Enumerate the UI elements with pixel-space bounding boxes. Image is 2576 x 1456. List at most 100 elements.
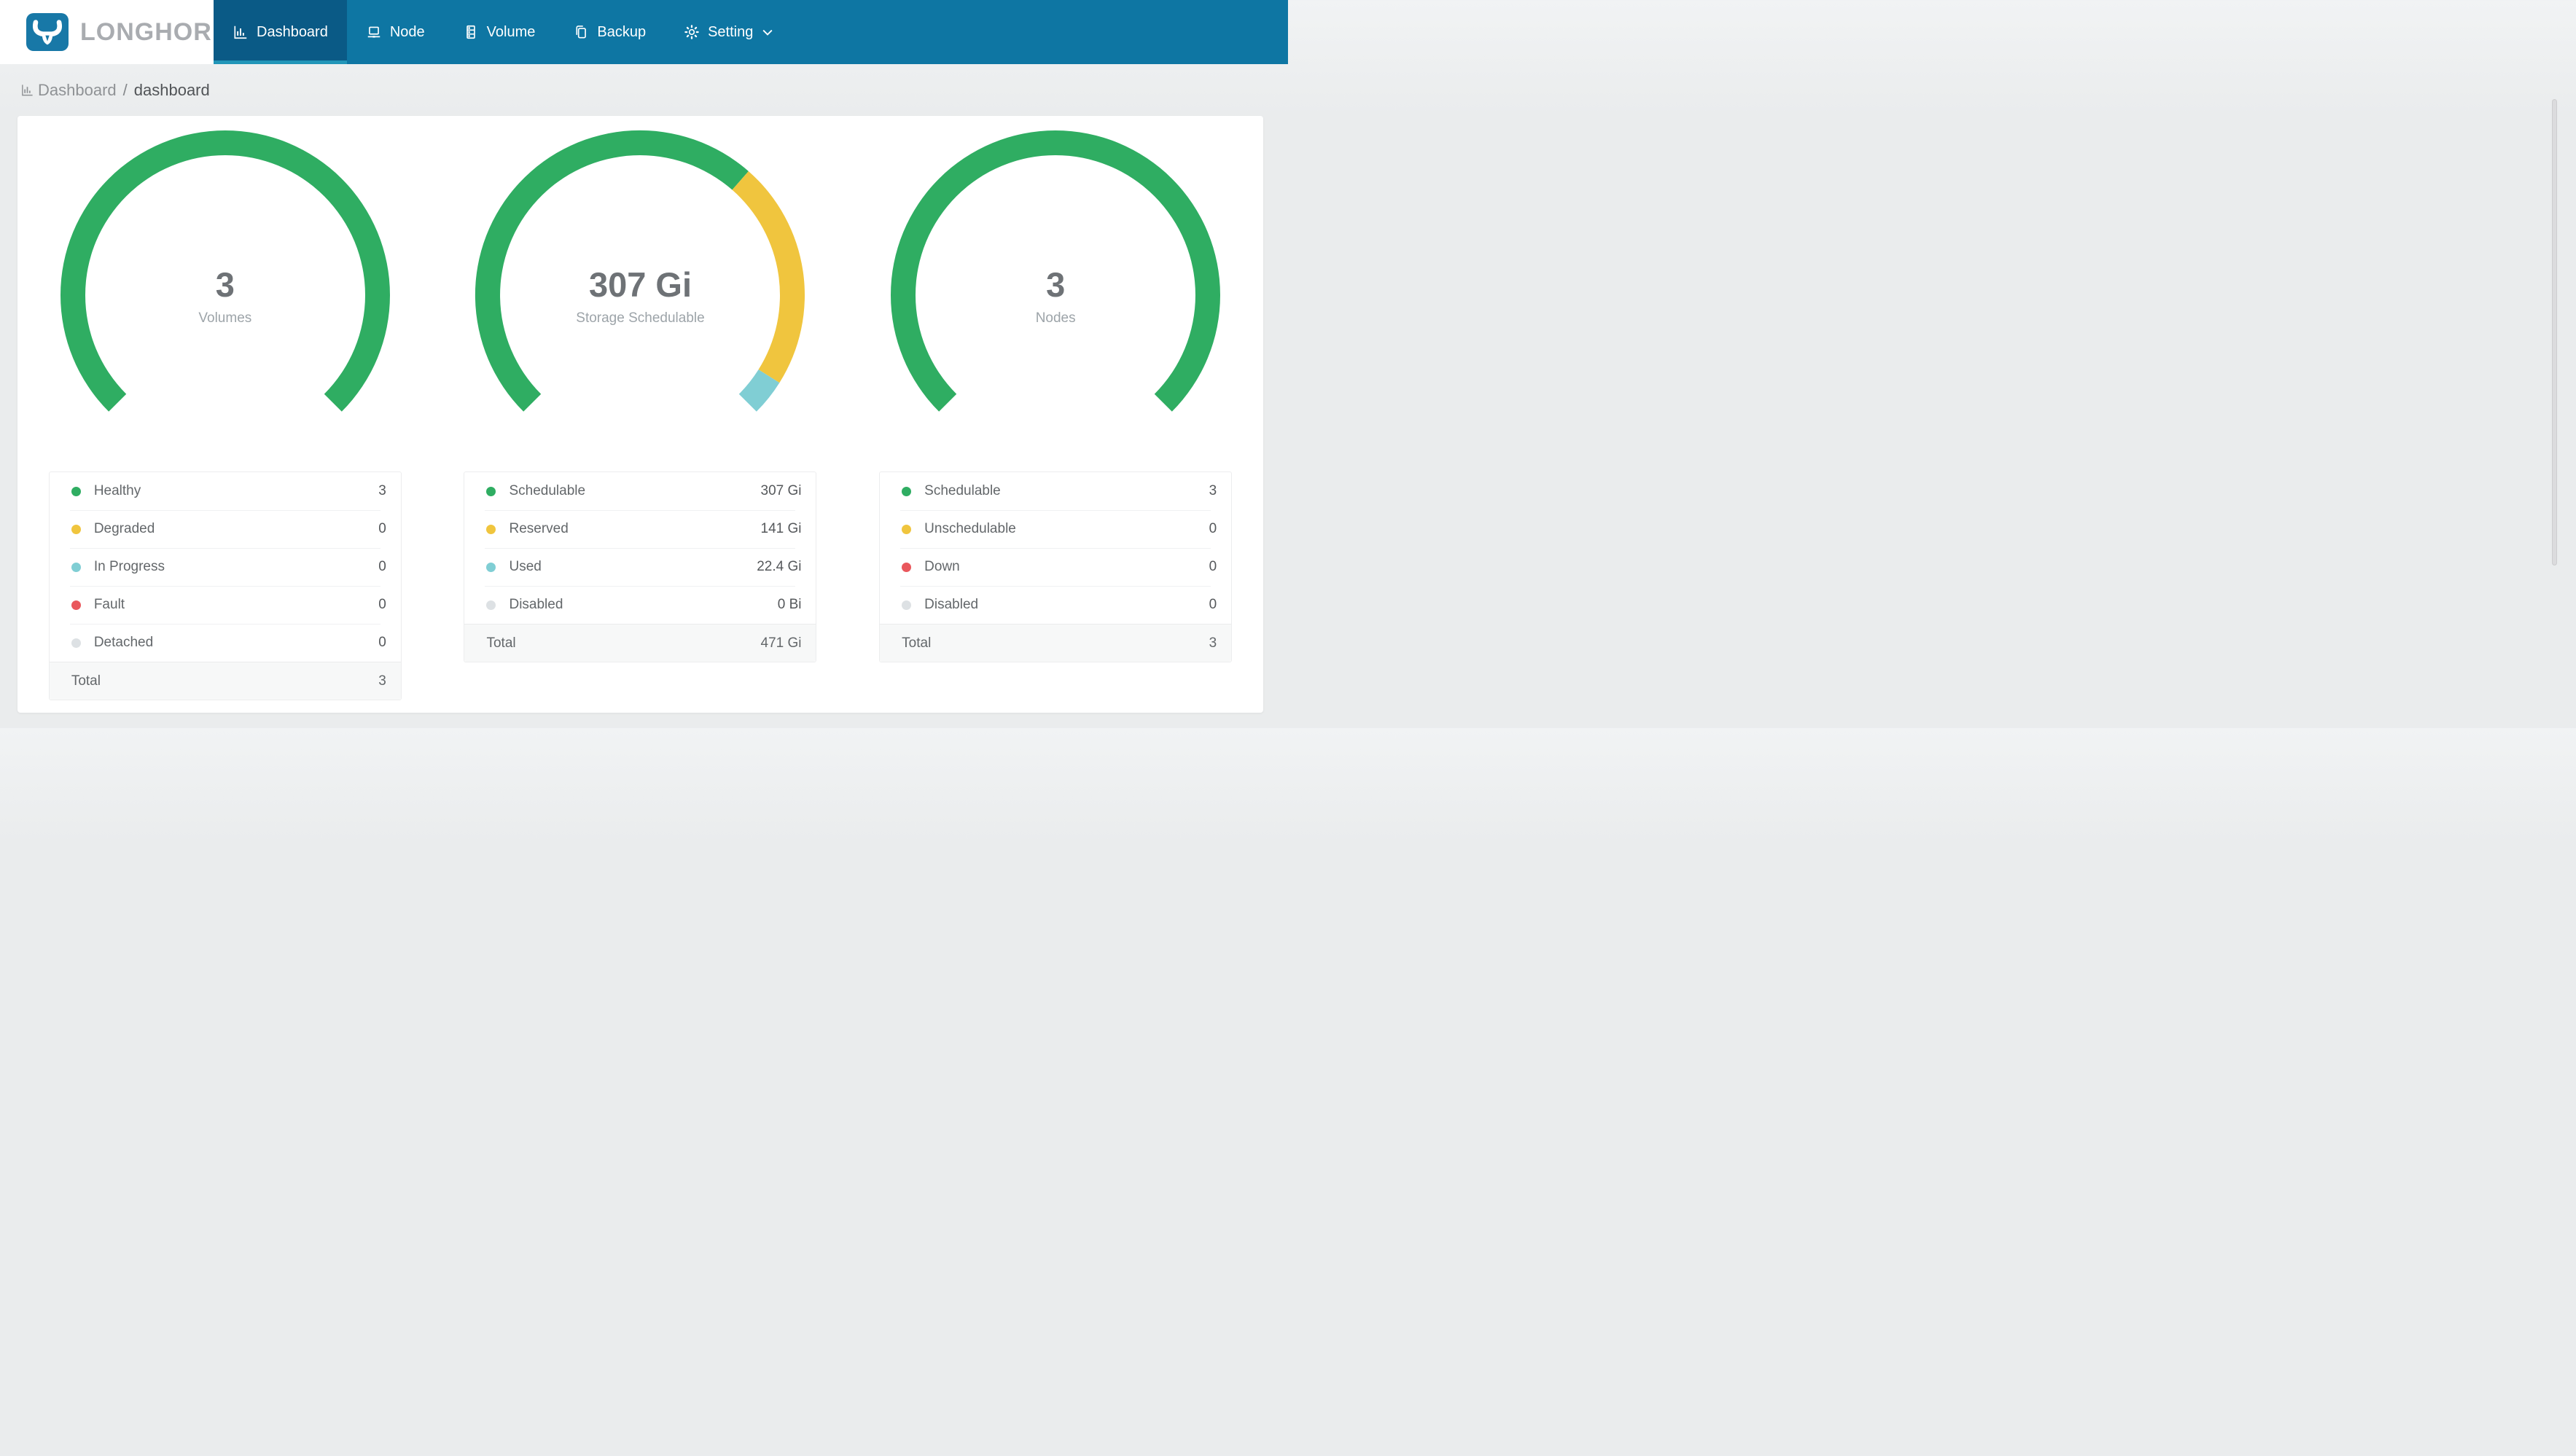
legend-label: Schedulable [509, 483, 586, 498]
legend-dot [902, 600, 912, 610]
total-label: Total [486, 635, 516, 651]
legend-row: Schedulable 3 [880, 472, 1231, 510]
legend-dot [902, 524, 912, 534]
breadcrumb-section: Dashboard [38, 80, 117, 99]
volume-icon [463, 24, 479, 40]
backup-icon [573, 24, 589, 40]
vertical-scrollbar-thumb[interactable] [2552, 99, 2557, 565]
legend-dot [486, 600, 496, 610]
legend-label: Degraded [93, 521, 155, 536]
nav-item-dashboard[interactable]: Dashboard [214, 0, 347, 64]
legend-dot [486, 562, 496, 572]
storage-legend-table: Schedulable 307 Gi Reserved 141 Gi Used 22.4 … [464, 471, 817, 662]
volumes-gauge-chart: 3 Volumes [58, 128, 393, 419]
legend-label: Fault [93, 597, 125, 612]
legend-label: Schedulable [924, 483, 1001, 498]
bar-chart-icon [233, 24, 249, 40]
legend-row: Down 0 [880, 548, 1231, 586]
legend-dot [902, 486, 912, 496]
legend-dot [902, 562, 912, 572]
node-icon [366, 24, 382, 40]
nav-label: Volume [486, 23, 536, 40]
legend-value: 0 [378, 635, 386, 650]
nodes-gauge-chart: 3 Nodes [888, 128, 1223, 419]
legend-label: Disabled [509, 597, 563, 612]
breadcrumb-current-page: dashboard [133, 80, 210, 99]
legend-label: Reserved [509, 521, 569, 536]
gauge-arc-reserved [732, 171, 805, 383]
nav-label: Node [389, 23, 425, 40]
legend-label: Unschedulable [924, 521, 1016, 536]
nav-item-volume[interactable]: Volume [444, 0, 555, 64]
legend-value: 22.4 Gi [757, 559, 802, 574]
legend-dot [486, 486, 496, 496]
gauge-arc-schedulable [475, 130, 749, 412]
legend-row: Used 22.4 Gi [464, 548, 816, 586]
breadcrumb-separator: / [122, 80, 128, 99]
total-value: 3 [1209, 635, 1217, 651]
legend-row: Healthy 3 [50, 472, 401, 510]
legend-label: Used [509, 559, 542, 574]
total-value: 3 [378, 673, 386, 689]
total-label: Total [902, 635, 932, 651]
storage-gauge-chart: 307 Gi Storage Schedulable [472, 128, 808, 419]
legend-dot [486, 524, 496, 534]
brand-logo-link[interactable]: LONGHORN [0, 0, 230, 64]
volumes-legend-table: Healthy 3 Degraded 0 In Progress 0 Fault 0 Detac… [48, 471, 402, 700]
gauge-arc-schedulable [891, 130, 1221, 412]
legend-dot [71, 486, 81, 496]
nav-label: Backup [597, 23, 647, 40]
nav-item-backup[interactable]: Backup [554, 0, 665, 64]
legend-label: Disabled [924, 597, 979, 612]
legend-value: 0 [1209, 597, 1217, 612]
storage-panel: 307 Gi Storage Schedulable Schedulable 30… [464, 128, 817, 713]
legend-dot [71, 638, 81, 648]
legend-value: 0 [1209, 559, 1217, 574]
longhorn-bull-icon [26, 13, 69, 51]
nav-label: Dashboard [257, 23, 328, 40]
gauge-arc-healthy [60, 130, 390, 412]
legend-row: Degraded 0 [50, 510, 401, 548]
total-value: 471 Gi [760, 635, 802, 651]
legend-row: In Progress 0 [50, 548, 401, 586]
chevron-down-icon [762, 29, 773, 36]
legend-value: 0 [378, 559, 386, 574]
legend-dot [71, 562, 81, 572]
legend-value: 0 [378, 521, 386, 536]
nav-label: Setting [708, 23, 754, 40]
legend-dot [71, 524, 81, 534]
volumes-panel: 3 Volumes Healthy 3 Degraded 0 In Progress 0 F… [48, 128, 402, 713]
gear-icon [684, 24, 700, 40]
nodes-panel: 3 Nodes Schedulable 3 Unschedulable 0 Down 0 D… [879, 128, 1233, 713]
dashboard-card: 3 Volumes Healthy 3 Degraded 0 In Progress 0 F… [17, 116, 1263, 713]
legend-value: 307 Gi [760, 483, 802, 498]
gauge-arc-canvas [60, 130, 390, 412]
legend-label: Down [924, 559, 960, 574]
legend-row: Disabled 0 [880, 586, 1231, 624]
gauge-arc-canvas [475, 130, 805, 412]
legend-value: 3 [378, 483, 386, 498]
breadcrumb-root-link[interactable]: Dashboard [20, 81, 117, 100]
legend-total-row: Total 471 Gi [464, 624, 816, 662]
legend-value: 3 [1209, 483, 1217, 498]
breadcrumb: Dashboard / dashboard [0, 64, 1288, 116]
legend-row: Detached 0 [50, 624, 401, 662]
legend-value: 0 [1209, 521, 1217, 536]
legend-value: 0 Bi [777, 597, 802, 612]
legend-row: Schedulable 307 Gi [464, 472, 816, 510]
legend-value: 141 Gi [760, 521, 802, 536]
legend-label: In Progress [93, 559, 165, 574]
main-nav: Dashboard Node Volume Backup Setting [214, 0, 792, 64]
legend-row: Reserved 141 Gi [464, 510, 816, 548]
bar-chart-icon [20, 83, 34, 97]
legend-label: Detached [93, 635, 154, 650]
legend-value: 0 [378, 597, 386, 612]
legend-row: Disabled 0 Bi [464, 586, 816, 624]
legend-row: Unschedulable 0 [880, 510, 1231, 548]
top-nav-bar: LONGHORN Dashboard Node Volume Backup Se… [0, 0, 1288, 64]
gauge-arc-canvas [891, 130, 1221, 412]
nav-item-node[interactable]: Node [347, 0, 444, 64]
nav-item-setting[interactable]: Setting [665, 0, 792, 64]
legend-total-row: Total 3 [49, 662, 401, 700]
nodes-legend-table: Schedulable 3 Unschedulable 0 Down 0 Disabled 0… [879, 471, 1233, 662]
